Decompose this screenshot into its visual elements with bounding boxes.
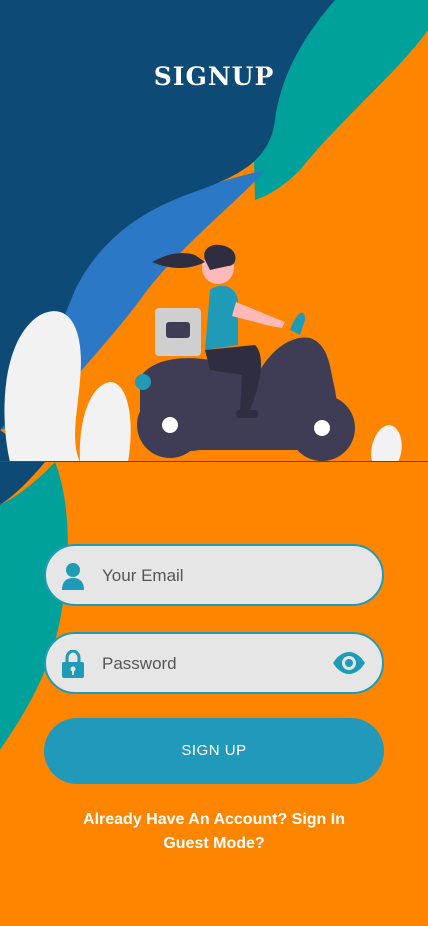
user-icon <box>62 563 84 590</box>
password-placeholder: Password <box>102 654 177 673</box>
password-field[interactable]: Password <box>44 632 384 694</box>
eye-icon[interactable] <box>332 650 366 676</box>
email-field[interactable]: Your Email <box>44 544 384 606</box>
email-placeholder: Your Email <box>102 566 184 585</box>
guest-mode-link[interactable]: Guest Mode? <box>0 835 428 853</box>
lock-icon <box>62 650 84 678</box>
leaf-small <box>371 425 402 462</box>
teal-wave-left <box>0 462 68 750</box>
scooter-illustration <box>135 244 355 461</box>
header-divider <box>0 461 428 462</box>
leaf-medium <box>79 382 131 462</box>
sign-in-link[interactable]: Already Have An Account? Sign In <box>0 811 428 829</box>
page-title: SIGNUP <box>153 62 275 91</box>
background-shapes <box>0 0 428 750</box>
sign-up-button[interactable]: SIGN UP <box>44 718 384 784</box>
